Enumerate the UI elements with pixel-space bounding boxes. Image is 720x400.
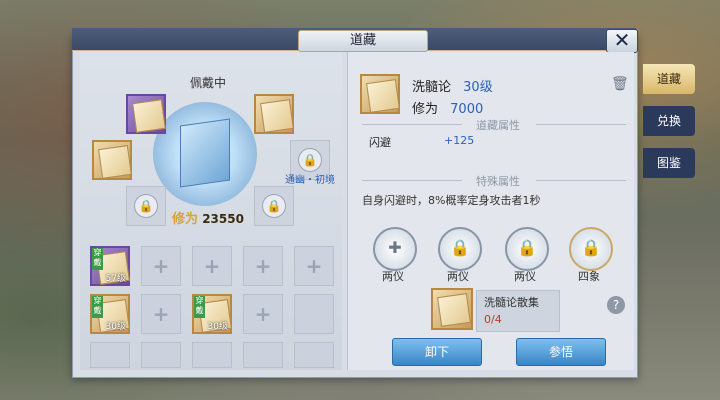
- special-desc: 自身闪避时，8%概率定身攻击者1秒: [362, 194, 541, 207]
- tab-exchange[interactable]: 兑换: [643, 106, 695, 136]
- inventory-slot-5[interactable]: +: [294, 246, 334, 286]
- scroll-icon: [260, 99, 294, 133]
- special-tag: 通幽・初境: [285, 175, 335, 186]
- scroll-icon: [98, 145, 132, 179]
- item-cultivation: 修为 7000: [412, 98, 483, 117]
- add-slot-button[interactable]: ✚: [373, 227, 417, 271]
- equip-slot-6[interactable]: 🔒: [254, 186, 294, 226]
- worn-tag: 穿戴: [194, 296, 205, 318]
- locked-slot-button[interactable]: 🔒: [438, 227, 482, 271]
- item-level: 30级: [207, 322, 228, 332]
- plus-icon: +: [305, 254, 323, 278]
- cultivation-label: 修为: [412, 102, 439, 117]
- plus-icon: +: [254, 254, 272, 278]
- inventory-slot-2[interactable]: +: [141, 246, 181, 286]
- main-book-icon[interactable]: [180, 118, 230, 188]
- item-level: 30级: [105, 322, 126, 332]
- equip-slot-2[interactable]: [254, 94, 294, 134]
- item-icon: [360, 74, 400, 114]
- inventory-slot-13[interactable]: [192, 342, 232, 368]
- collection-progress: 0/4: [484, 313, 502, 326]
- slot-label: 四象: [578, 270, 600, 283]
- inventory-slot-6[interactable]: 穿戴 30级: [90, 294, 130, 334]
- divider: [362, 124, 462, 125]
- lock-icon: 🔒: [298, 148, 322, 172]
- lock-icon: 🔒: [262, 194, 286, 218]
- cultivation-value: 7000: [450, 102, 484, 117]
- inventory-slot-3[interactable]: +: [192, 246, 232, 286]
- close-button[interactable]: ✕: [606, 29, 638, 53]
- scroll-icon: [366, 79, 400, 113]
- divider: [362, 180, 462, 181]
- lock-icon: 🔒: [134, 194, 158, 218]
- power-display: 修为 23550: [172, 208, 244, 227]
- attr-name: 闪避: [369, 136, 391, 149]
- item-level: 30级: [463, 80, 493, 95]
- inventory-slot-14[interactable]: [243, 342, 283, 368]
- slot-label: 两仪: [447, 270, 469, 283]
- inventory-slot-1[interactable]: 穿戴 57级: [90, 246, 130, 286]
- special-title: 特殊属性: [476, 175, 520, 188]
- tab-collection[interactable]: 图鉴: [643, 148, 695, 178]
- locked-slot-button[interactable]: 🔒: [569, 227, 613, 271]
- inventory-slot-11[interactable]: [90, 342, 130, 368]
- comprehend-button[interactable]: 参悟: [516, 338, 606, 366]
- equip-slot-1[interactable]: [126, 94, 166, 134]
- locked-slot-button[interactable]: 🔒: [505, 227, 549, 271]
- slot-label: 两仪: [514, 270, 536, 283]
- scroll-icon: [132, 99, 166, 133]
- inventory-slot-7[interactable]: +: [141, 294, 181, 334]
- help-button[interactable]: ?: [607, 296, 625, 314]
- equip-slot-3[interactable]: [92, 140, 132, 180]
- trash-icon[interactable]: 🗑: [611, 76, 629, 92]
- plus-icon: +: [254, 302, 272, 326]
- inventory-slot-4[interactable]: +: [243, 246, 283, 286]
- inventory-slot-8[interactable]: 穿戴 30级: [192, 294, 232, 334]
- power-value: 23550: [202, 212, 244, 226]
- item-title: 洗髓论 30级: [412, 76, 493, 95]
- item-name: 洗髓论: [412, 80, 452, 95]
- equipped-title: 佩戴中: [190, 76, 227, 90]
- equip-slot-5[interactable]: 🔒: [126, 186, 166, 226]
- worn-tag: 穿戴: [92, 296, 103, 318]
- collection-icon: [431, 288, 473, 330]
- power-label: 修为: [172, 212, 199, 227]
- inventory-slot-12[interactable]: [141, 342, 181, 368]
- tab-daozang[interactable]: 道藏: [643, 64, 695, 94]
- inventory-slot-15[interactable]: [294, 342, 334, 368]
- plus-icon: +: [203, 254, 221, 278]
- slot-label: 两仪: [382, 270, 404, 283]
- divider: [536, 180, 626, 181]
- item-level: 57级: [105, 274, 126, 284]
- collection-title: 洗髓论散集: [484, 296, 539, 309]
- unequip-button[interactable]: 卸下: [392, 338, 482, 366]
- worn-tag: 穿戴: [92, 248, 103, 270]
- plus-icon: +: [152, 302, 170, 326]
- divider: [536, 124, 626, 125]
- inventory-slot-9[interactable]: +: [243, 294, 283, 334]
- attr-title: 道藏属性: [476, 119, 520, 132]
- window-title: 道藏: [298, 30, 428, 52]
- attr-value: +125: [444, 134, 475, 147]
- plus-icon: +: [152, 254, 170, 278]
- scroll-icon: [437, 293, 471, 327]
- inventory-slot-10[interactable]: [294, 294, 334, 334]
